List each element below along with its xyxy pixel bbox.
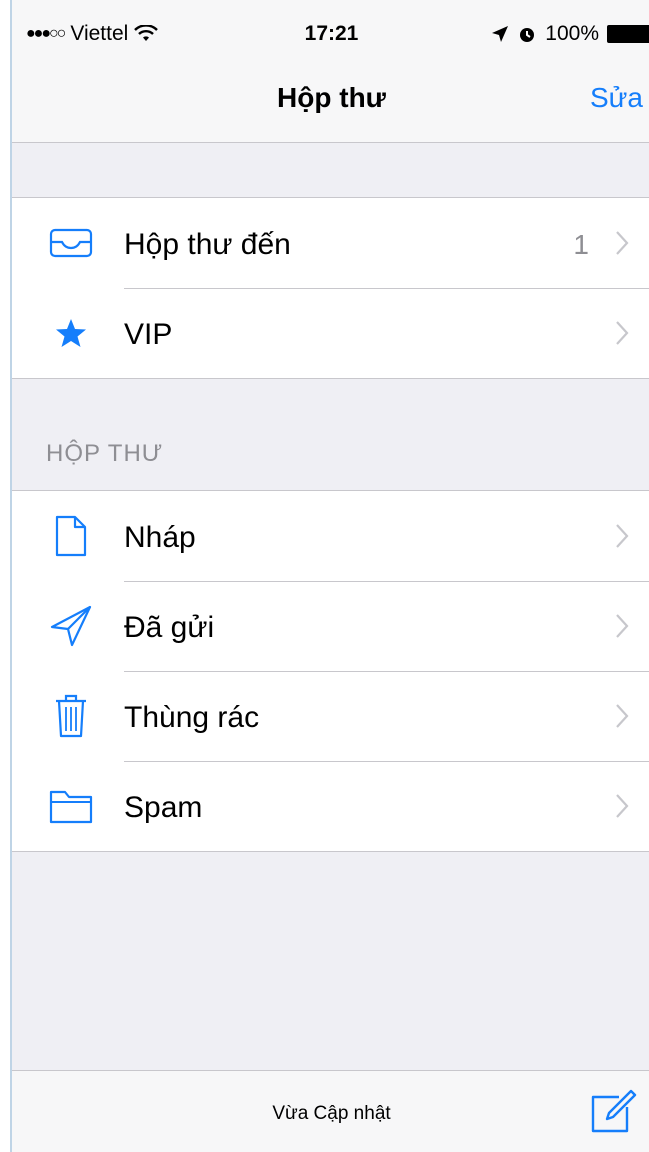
list-item-label: VIP: [124, 318, 173, 351]
section-header: HỘP THƯ: [46, 440, 164, 467]
status-right: 100%: [491, 22, 649, 46]
favorites-group: Hộp thư đến 1 VIP: [12, 197, 649, 379]
inbox-icon: [48, 220, 94, 266]
list-item-label: Spam: [124, 791, 203, 824]
compose-icon[interactable]: [589, 1089, 637, 1135]
list-item-label: Đã gửi: [124, 611, 215, 644]
chevron-right-icon: [616, 321, 629, 345]
list-item-drafts[interactable]: Nháp: [12, 491, 649, 581]
mailboxes-group: Nháp Đã gửi Thùng rác Spam: [12, 490, 649, 852]
folder-icon: [48, 783, 94, 829]
sent-paper-plane-icon: [48, 603, 94, 649]
list-item-sent[interactable]: Đã gửi: [12, 581, 649, 671]
list-item-label: Thùng rác: [124, 701, 260, 734]
mail-app-screen: ●●●○○ Viettel 17:21 100% Hộp thư Sửa Hộp…: [10, 0, 649, 1152]
unread-count: 1: [573, 229, 589, 260]
bottom-toolbar: Vừa Cập nhật: [12, 1070, 649, 1152]
status-bar: ●●●○○ Viettel 17:21 100%: [12, 12, 649, 52]
battery-icon: [607, 25, 649, 43]
chevron-right-icon: [616, 524, 629, 548]
list-item-vip[interactable]: VIP: [12, 288, 649, 378]
page-title: Hộp thư: [277, 82, 386, 113]
star-icon: [48, 310, 94, 356]
top-bar: ●●●○○ Viettel 17:21 100% Hộp thư Sửa: [12, 0, 649, 143]
battery-percent: 100%: [545, 22, 599, 45]
update-status-text: Vừa Cập nhật: [272, 1103, 391, 1124]
trash-icon: [48, 693, 94, 739]
chevron-right-icon: [616, 794, 629, 818]
location-arrow-icon: [492, 26, 509, 42]
list-item-label: Hộp thư đến: [124, 228, 291, 261]
list-item-inbox[interactable]: Hộp thư đến 1: [12, 198, 649, 288]
list-item-spam[interactable]: Spam: [12, 761, 649, 851]
draft-document-icon: [48, 513, 94, 559]
list-item-label: Nháp: [124, 521, 196, 554]
chevron-right-icon: [616, 704, 629, 728]
list-item-trash[interactable]: Thùng rác: [12, 671, 649, 761]
chevron-right-icon: [616, 231, 629, 255]
alarm-icon: [520, 28, 535, 42]
chevron-right-icon: [616, 614, 629, 638]
edit-button[interactable]: Sửa: [590, 82, 643, 114]
